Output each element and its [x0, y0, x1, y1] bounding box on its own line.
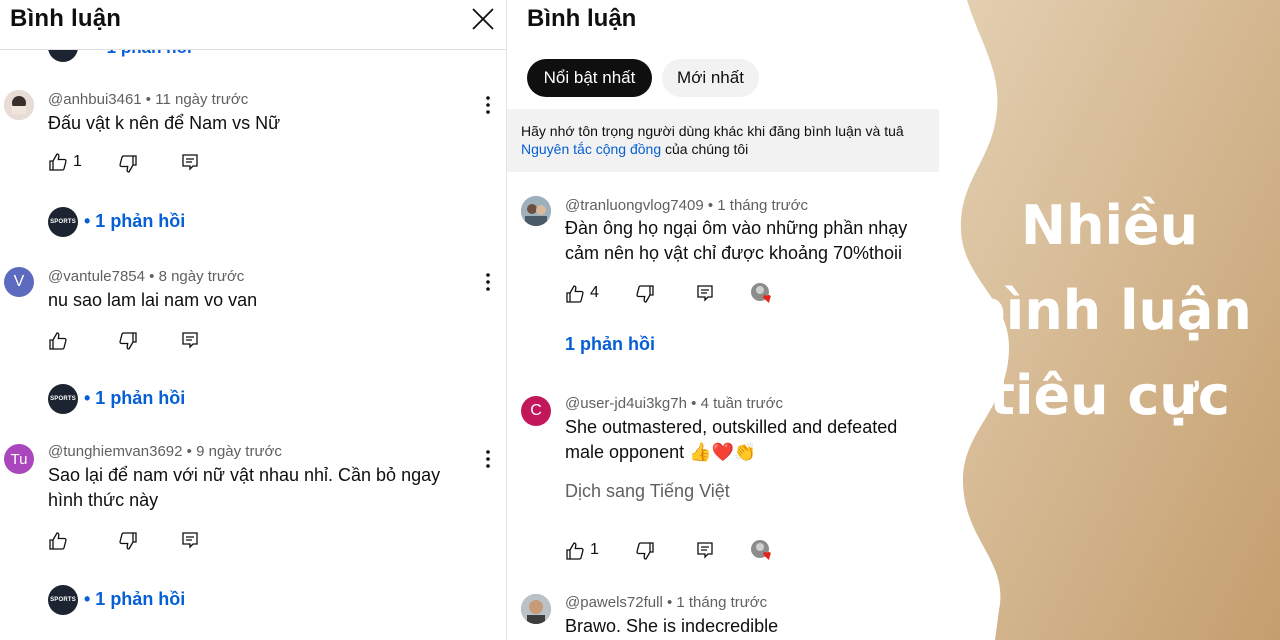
comment-thread: @tranluongvlog7409 • 1 tháng trước Đàn ô… — [507, 194, 939, 364]
comment-thread: C @user-jd4ui3kg7h • 4 tuần trước She ou… — [507, 394, 939, 574]
comment-actions: 1 — [565, 540, 785, 562]
comments-panel-left: Bình luận • 1 phản hồi @anhbui3461 • 11 … — [0, 0, 507, 640]
community-notice: Hãy nhớ tôn trọng người dùng khác khi đă… — [507, 109, 939, 172]
dislike-icon[interactable] — [118, 154, 138, 174]
user-photo-icon — [521, 196, 551, 226]
user-photo-icon — [521, 594, 551, 624]
comment-meta: @pawels72full • 1 tháng trước — [565, 594, 768, 611]
reply-count-link[interactable]: 1 phản hồi — [565, 334, 655, 355]
reply-count-link[interactable]: • 1 phản hồi — [84, 211, 185, 232]
like-icon[interactable] — [565, 541, 585, 561]
comment-thread: V @vantule7854 • 8 ngày trước nu sao lam… — [0, 265, 506, 435]
comment-time: 1 tháng trước — [676, 594, 768, 611]
avatar[interactable] — [4, 90, 34, 120]
notice-suffix: của chúng tôi — [661, 141, 749, 157]
translate-link[interactable]: Dịch sang Tiếng Việt — [565, 481, 730, 502]
dislike-icon[interactable] — [118, 331, 138, 351]
channel-logo: SPORTS — [48, 585, 78, 615]
channel-logo: SPORTS — [48, 207, 78, 237]
more-vert-icon[interactable] — [478, 448, 498, 470]
community-guidelines-link[interactable]: Nguyên tắc cộng đồng — [521, 141, 661, 157]
dislike-icon[interactable] — [635, 284, 655, 304]
comment-meta: @vantule7854 • 8 ngày trước — [48, 268, 245, 285]
comments-panel-middle: Bình luận Nổi bật nhất Mới nhất Hãy nhớ … — [507, 0, 939, 640]
comments-header: Bình luận — [0, 0, 506, 50]
comment-text: Sao lại để nam với nữ vật nhau nhỉ. Cần … — [48, 465, 441, 510]
avatar[interactable] — [521, 594, 551, 624]
like-icon[interactable] — [48, 331, 68, 351]
comment-author[interactable]: @user-jd4ui3kg7h — [565, 395, 687, 412]
reply-icon[interactable] — [180, 330, 200, 350]
creator-heart-icon — [751, 283, 771, 303]
comment-actions: 1 — [48, 152, 208, 174]
like-icon[interactable] — [565, 284, 585, 304]
dislike-icon[interactable] — [635, 541, 655, 561]
tab-top-comments[interactable]: Nổi bật nhất — [527, 59, 652, 97]
comment-author[interactable]: @vantule7854 — [48, 268, 145, 285]
creator-heart-icon — [751, 540, 771, 560]
comment-actions — [48, 530, 208, 552]
avatar[interactable] — [521, 196, 551, 226]
comment-author[interactable]: @anhbui3461 — [48, 91, 142, 108]
comment-thread: Tu @tunghiemvan3692 • 9 ngày trước Sao l… — [0, 442, 506, 640]
dislike-icon[interactable] — [118, 531, 138, 551]
reply-count-link[interactable]: • 1 phản hồi — [84, 589, 185, 610]
comment-author[interactable]: @tranluongvlog7409 — [565, 197, 704, 214]
comment-thread: @pawels72full • 1 tháng trước Brawo. She… — [507, 592, 939, 640]
reply-icon[interactable] — [695, 283, 715, 303]
like-count: 1 — [590, 541, 599, 558]
headline-panel: Nhiều bình luận tiêu cực — [939, 0, 1280, 640]
view-replies[interactable]: SPORTS • 1 phản hồi — [48, 585, 248, 615]
channel-logo: SPORTS — [48, 384, 78, 414]
like-icon[interactable] — [48, 152, 68, 172]
headline-line: bình luận — [967, 279, 1252, 342]
reply-icon[interactable] — [180, 152, 200, 172]
comment-meta: @tunghiemvan3692 • 9 ngày trước — [48, 443, 282, 460]
headline-text: Nhiều bình luận tiêu cực — [939, 183, 1280, 438]
avatar[interactable]: C — [521, 396, 551, 426]
comment-meta: @tranluongvlog7409 • 1 tháng trước — [565, 197, 809, 214]
comment-time: 1 tháng trước — [717, 197, 809, 214]
comment-actions — [48, 329, 208, 351]
comment-text: Đàn ông họ ngại ôm vào những phần nhạy c… — [565, 218, 908, 263]
like-count: 4 — [590, 284, 599, 301]
comment-text: Brawo. She is indecredible — [565, 616, 779, 636]
comment-meta: @anhbui3461 • 11 ngày trước — [48, 91, 249, 108]
reply-count-link[interactable]: • 1 phản hồi — [84, 388, 185, 409]
like-icon[interactable] — [48, 531, 68, 551]
reply-icon[interactable] — [695, 540, 715, 560]
reply-icon[interactable] — [180, 530, 200, 550]
notice-text: Hãy nhớ tôn trọng người dùng khác khi đă… — [521, 123, 904, 139]
headline-line: Nhiều — [1020, 194, 1199, 257]
user-photo-icon — [4, 90, 34, 120]
headline-line: tiêu cực — [989, 364, 1230, 427]
avatar[interactable]: V — [4, 267, 34, 297]
panel-title: Bình luận — [527, 5, 637, 32]
comment-text: She outmastered, outskilled and defeated… — [565, 417, 898, 462]
comment-author[interactable]: @tunghiemvan3692 — [48, 443, 183, 460]
comment-thread: @anhbui3461 • 11 ngày trước Đấu vật k nê… — [0, 88, 506, 258]
comment-time: 11 ngày trước — [155, 91, 249, 108]
comment-author[interactable]: @pawels72full — [565, 594, 663, 611]
notice-line-2: Nguyên tắc cộng đồng của chúng tôi — [521, 141, 748, 157]
comment-text: Đấu vật k nên để Nam vs Nữ — [48, 113, 281, 133]
comment-meta: @user-jd4ui3kg7h • 4 tuần trước — [565, 395, 783, 412]
comment-time: 4 tuần trước — [700, 395, 783, 412]
panel-title: Bình luận — [10, 5, 122, 32]
view-replies[interactable]: SPORTS • 1 phản hồi — [48, 207, 248, 237]
view-replies[interactable]: SPORTS • 1 phản hồi — [48, 384, 248, 414]
comment-actions: 4 — [565, 283, 785, 305]
close-icon[interactable] — [470, 6, 496, 32]
tab-newest[interactable]: Mới nhất — [662, 59, 759, 97]
more-vert-icon[interactable] — [478, 271, 498, 293]
comment-time: 9 ngày trước — [196, 443, 282, 460]
like-count: 1 — [73, 153, 82, 170]
comment-time: 8 ngày trước — [158, 268, 245, 285]
more-vert-icon[interactable] — [478, 94, 498, 116]
comment-text: nu sao lam lai nam vo van — [48, 290, 258, 310]
avatar[interactable]: Tu — [4, 444, 34, 474]
